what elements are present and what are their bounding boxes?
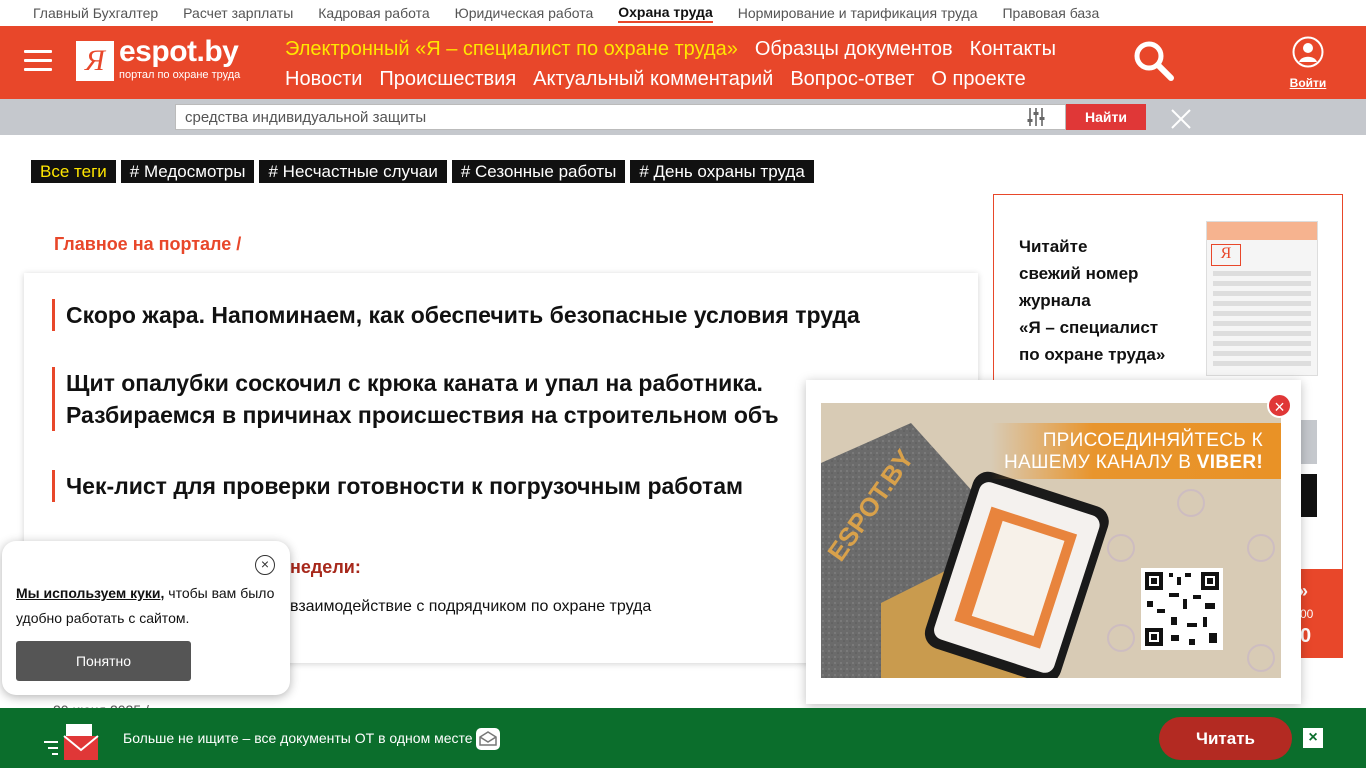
topnav-link-payroll[interactable]: Расчет зарплаты xyxy=(183,5,293,21)
close-search-icon[interactable] xyxy=(1170,108,1192,130)
promo-line: по охране труда» xyxy=(1019,345,1166,364)
nav-link-electronic-journal[interactable]: Электронный «Я – специалист по охране тр… xyxy=(285,38,738,61)
hamburger-menu-icon[interactable] xyxy=(24,50,52,72)
topnav-link-legal[interactable]: Юридическая работа xyxy=(455,5,594,21)
cookie-notice: × Мы используем куки, чтобы вам было удо… xyxy=(2,541,290,695)
promo-text: Читайте свежий номер журнала «Я – специа… xyxy=(1019,233,1165,368)
week-item-link[interactable]: взаимодействие с подрядчиком по охране т… xyxy=(290,598,651,616)
banner-digit: 0 xyxy=(1300,625,1312,647)
viber-channel-banner[interactable]: ESPOT.BY ПРИСОЕДИНЯЙТЕСЬ К НАШЕМУ КАНАЛУ… xyxy=(821,403,1281,678)
banner-number: 00 xyxy=(1300,607,1314,621)
documents-envelope-icon xyxy=(44,720,100,760)
week-section-title: недели: xyxy=(290,557,361,577)
user-login[interactable]: Войти xyxy=(1287,36,1329,90)
tag-list: Все теги # Медосмотры # Несчастные случа… xyxy=(31,160,814,183)
news-title: Чек-лист для проверки готовности к погру… xyxy=(66,473,744,499)
close-cookie-icon[interactable]: × xyxy=(255,555,275,575)
promo-line: свежий номер xyxy=(1019,264,1139,283)
search-bar: Найти xyxy=(0,99,1366,135)
topnav-link-chief-accountant[interactable]: Главный Бухгалтер xyxy=(33,5,158,21)
topnav-link-legal-base[interactable]: Правовая база xyxy=(1002,5,1099,21)
search-button[interactable]: Найти xyxy=(1066,104,1146,130)
nav-link-document-samples[interactable]: Образцы документов xyxy=(755,38,953,61)
promo-line: «Я – специалист xyxy=(1019,318,1159,337)
news-item[interactable]: Щит опалубки соскочил с крюка каната и у… xyxy=(52,367,812,431)
news-title: Скоро жара. Напоминаем, как обеспечить б… xyxy=(66,302,860,328)
nav-link-news[interactable]: Новости xyxy=(285,68,362,91)
tag-labor-safety-day[interactable]: # День охраны труда xyxy=(630,160,814,183)
envelope-icon xyxy=(475,727,501,751)
tag-accidents[interactable]: # Несчастные случаи xyxy=(259,160,447,183)
logo-text: espot.by xyxy=(119,35,239,68)
site-logo[interactable]: Я espot.by портал по охране труда xyxy=(76,35,266,87)
nav-link-contacts[interactable]: Контакты xyxy=(970,38,1056,61)
magazine-cover-image: Я xyxy=(1206,221,1318,376)
breadcrumb[interactable]: Главное на портале / xyxy=(54,234,241,255)
cookie-text: Мы используем куки, чтобы вам было удобн… xyxy=(16,581,276,631)
bottom-bar-text: Больше не ищите – все документы ОТ в одн… xyxy=(123,730,473,746)
news-title-line1: Щит опалубки соскочил с крюка каната и у… xyxy=(66,370,763,396)
filter-sliders-icon[interactable] xyxy=(1026,108,1046,126)
promo-line: Читайте xyxy=(1019,237,1088,256)
site-header: Я espot.by портал по охране труда Электр… xyxy=(0,26,1366,99)
magazine-logo: Я xyxy=(1211,244,1241,266)
cookie-policy-link[interactable]: Мы используем куки, xyxy=(16,585,164,601)
news-item[interactable]: Чек-лист для проверки готовности к погру… xyxy=(52,470,743,502)
tag-all[interactable]: Все теги xyxy=(31,160,116,183)
main-navigation: Электронный «Я – специалист по охране тр… xyxy=(285,34,1105,94)
caption-brand: VIBER! xyxy=(1196,452,1263,473)
topnav-link-hr[interactable]: Кадровая работа xyxy=(318,5,429,21)
nav-link-about[interactable]: О проекте xyxy=(931,68,1025,91)
cookie-accept-button[interactable]: Понятно xyxy=(16,641,191,681)
news-title-line2: Разбираемся в причинах происшествия на с… xyxy=(66,402,779,428)
top-navigation: Главный Бухгалтер Расчет зарплаты Кадров… xyxy=(0,0,1366,26)
search-input[interactable] xyxy=(175,104,1066,130)
nav-link-incidents[interactable]: Происшествия xyxy=(379,68,516,91)
topnav-link-tariffing[interactable]: Нормирование и тарификация труда xyxy=(738,5,978,21)
nav-link-qa[interactable]: Вопрос-ответ xyxy=(790,68,914,91)
caption-line1: ПРИСОЕДИНЯЙТЕСЬ К xyxy=(1042,430,1263,451)
logo-subtitle: портал по охране труда xyxy=(119,69,241,81)
nav-link-actual-comment[interactable]: Актуальный комментарий xyxy=(533,68,773,91)
qr-code xyxy=(1141,568,1223,650)
viber-caption: ПРИСОЕДИНЯЙТЕСЬ К НАШЕМУ КАНАЛУ В VIBER! xyxy=(1004,430,1263,474)
read-button[interactable]: Читать xyxy=(1159,717,1292,760)
promo-line: журнала xyxy=(1019,291,1091,310)
tag-seasonal-work[interactable]: # Сезонные работы xyxy=(451,160,626,183)
close-popup-icon[interactable]: × xyxy=(1267,393,1292,418)
viber-popup: ESPOT.BY ПРИСОЕДИНЯЙТЕСЬ К НАШЕМУ КАНАЛУ… xyxy=(806,380,1301,704)
close-bottom-bar-icon[interactable]: × xyxy=(1303,728,1323,748)
topnav-link-labor-safety[interactable]: Охрана труда xyxy=(618,4,713,23)
tag-medical-checkups[interactable]: # Медосмотры xyxy=(120,160,255,183)
user-icon xyxy=(1292,36,1324,68)
login-link[interactable]: Войти xyxy=(1287,76,1329,90)
logo-letter-box: Я xyxy=(76,41,114,81)
caption-line2: НАШЕМУ КАНАЛУ В xyxy=(1004,452,1192,473)
bottom-promo-bar: Больше не ищите – все документы ОТ в одн… xyxy=(0,708,1366,768)
search-icon[interactable] xyxy=(1133,40,1175,82)
logo-letter: Я xyxy=(85,44,105,77)
news-item[interactable]: Скоро жара. Напоминаем, как обеспечить б… xyxy=(52,299,860,331)
